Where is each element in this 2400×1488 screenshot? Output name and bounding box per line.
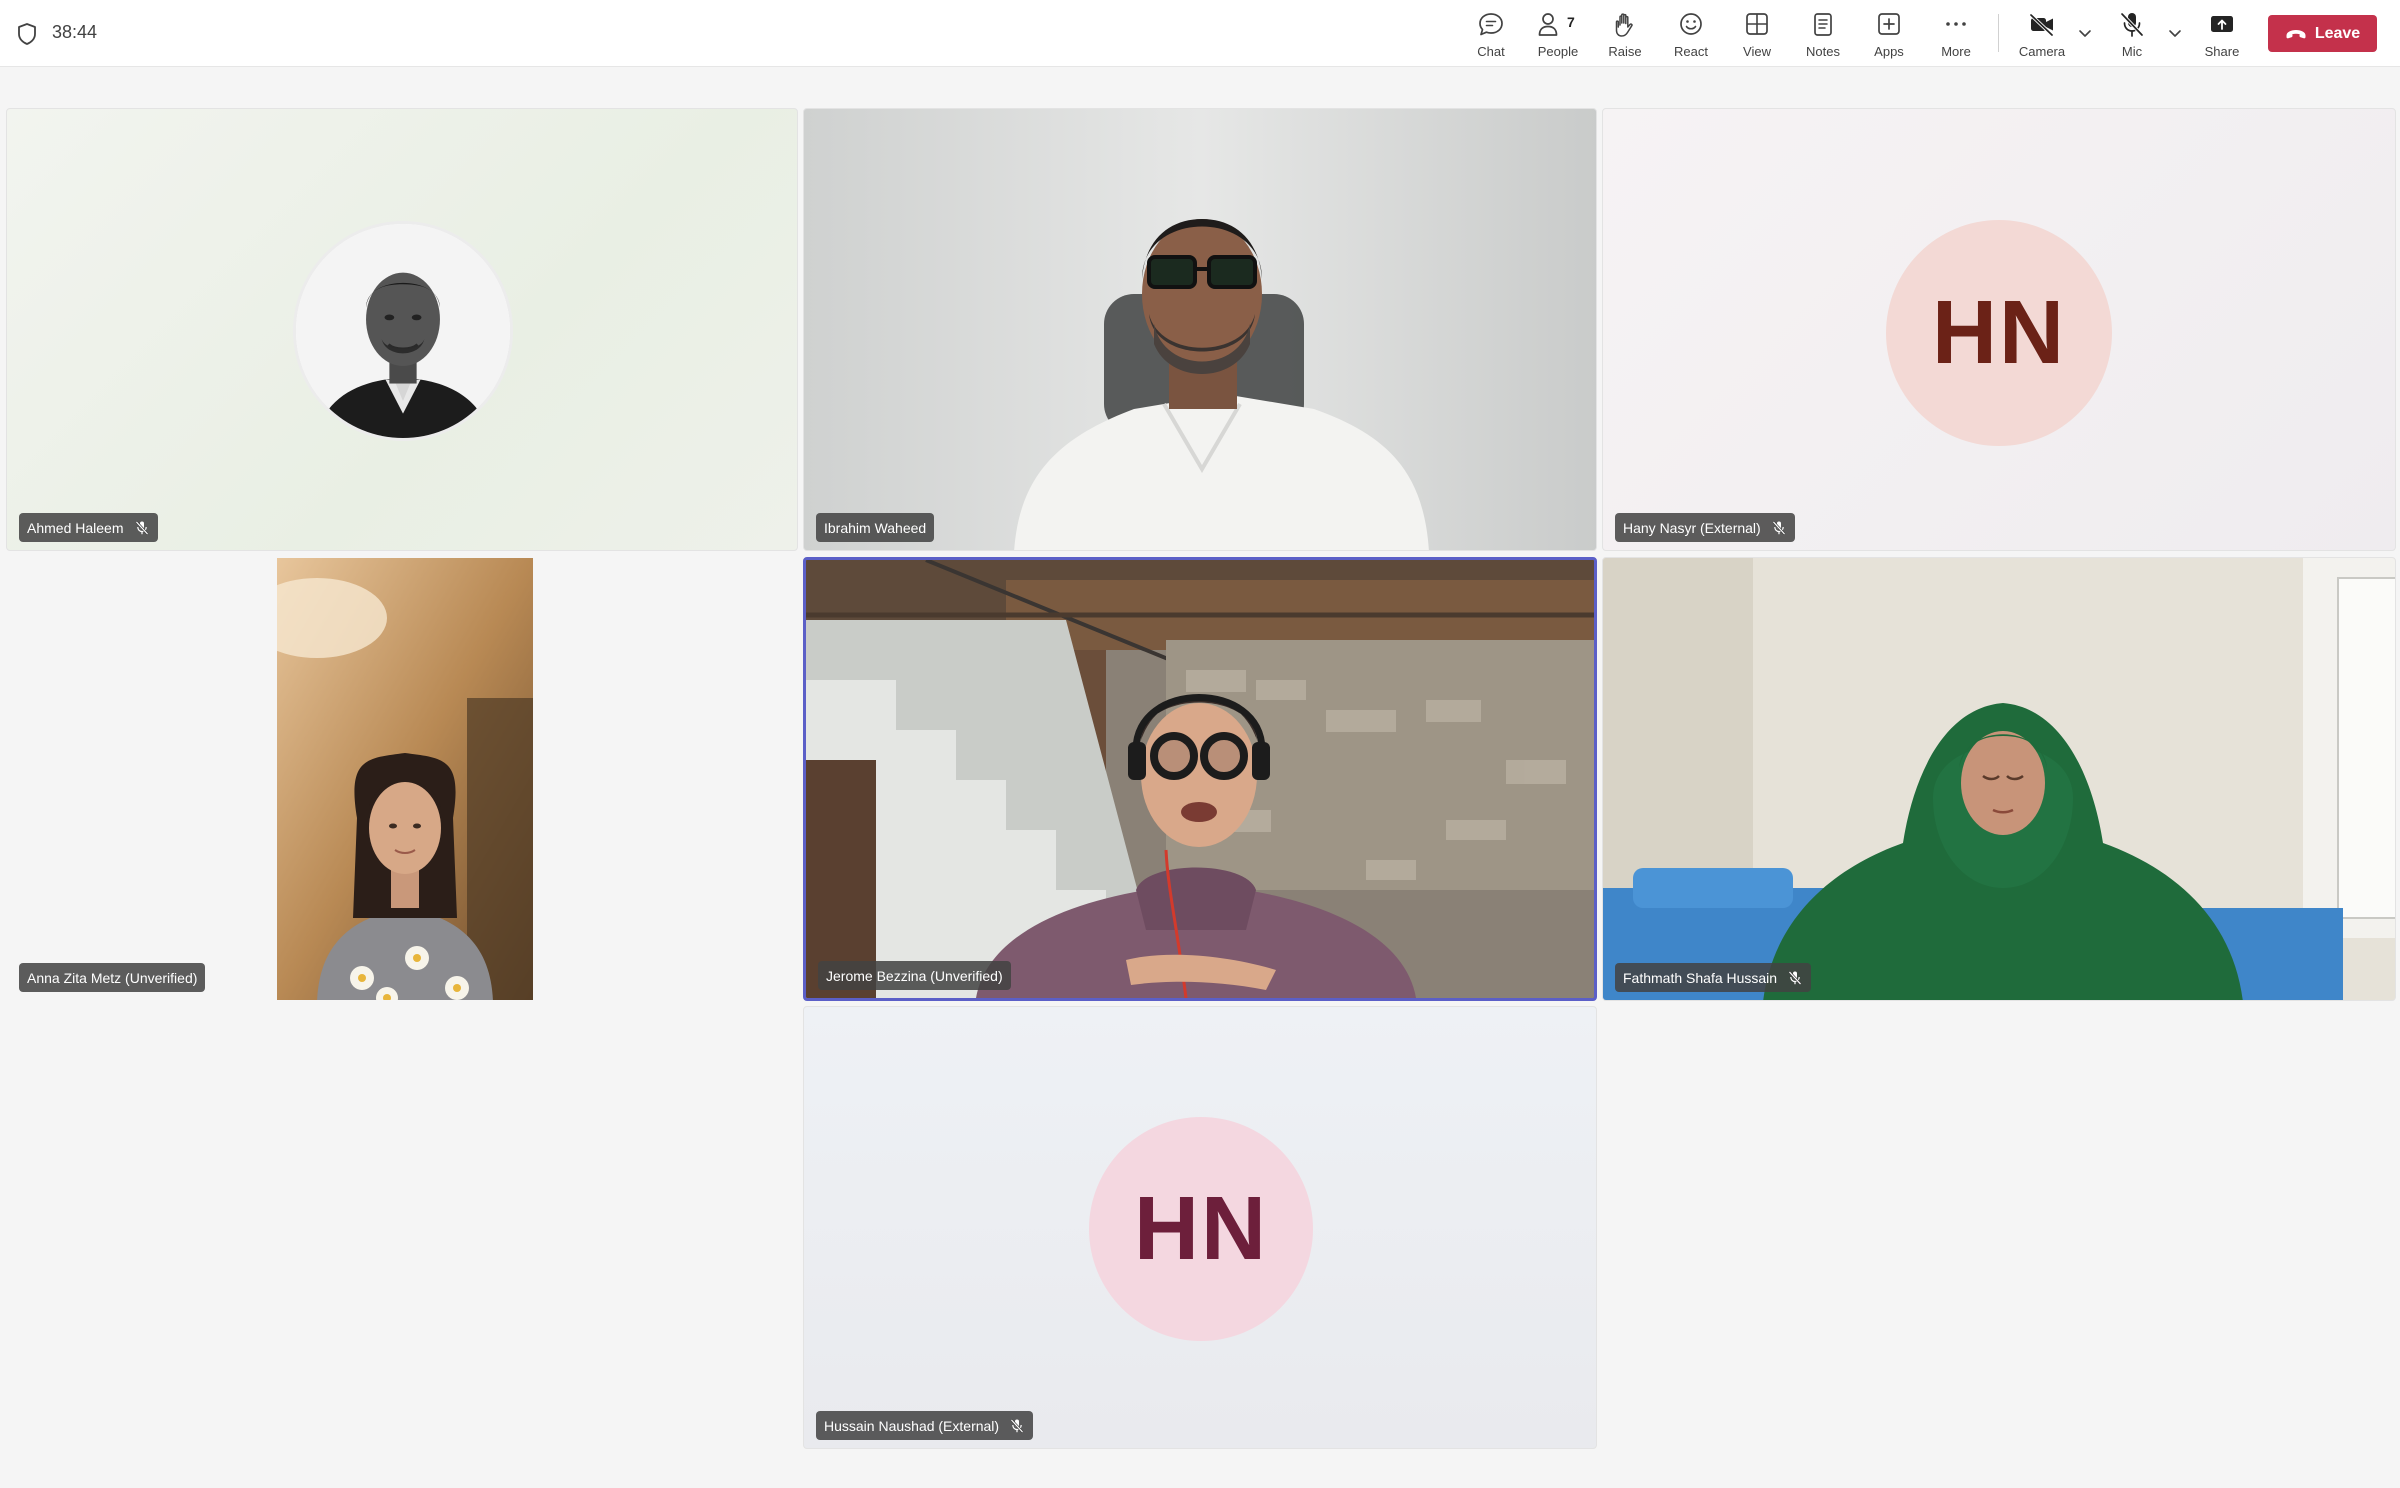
participant-name: Jerome Bezzina (Unverified) [826, 967, 1003, 984]
toolbar-divider [1998, 14, 1999, 52]
mic-muted-icon [1010, 1418, 1024, 1433]
more-button[interactable]: More [1925, 8, 1987, 60]
view-label: View [1743, 44, 1771, 59]
participant-nametag: Ahmed Haleem [19, 513, 158, 542]
video-feed [804, 109, 1596, 550]
mic-muted-icon [135, 520, 148, 535]
participant-name: Anna Zita Metz (Unverified) [27, 969, 198, 986]
notes-icon [1814, 13, 1832, 36]
people-count: 7 [1567, 14, 1575, 30]
chat-icon [1479, 13, 1503, 36]
participant-tile[interactable]: Fathmath Shafa Hussain [1602, 557, 2396, 1001]
meeting-timer: 38:44 [52, 22, 98, 42]
react-button[interactable]: React [1660, 8, 1722, 60]
raise-hand-icon [1615, 13, 1633, 37]
mic-off-icon [2120, 12, 2144, 37]
meeting-toolbar: 38:44 Chat 7 People Raise React View Not… [0, 0, 2400, 67]
camera-button[interactable]: Camera [2011, 8, 2073, 60]
profile-photo [296, 224, 510, 438]
hang-up-icon [2286, 29, 2306, 38]
share-screen-icon [2211, 16, 2233, 32]
react-label: React [1674, 44, 1708, 59]
participant-name: Ahmed Haleem [27, 519, 124, 536]
people-button[interactable]: 7 People [1527, 8, 1589, 60]
people-icon [1538, 13, 1558, 36]
chat-button[interactable]: Chat [1460, 8, 1522, 60]
participant-nametag: Hany Nasyr (External) [1615, 513, 1795, 542]
avatar-initials: HN [1089, 1117, 1313, 1341]
mic-muted-icon [1772, 520, 1786, 535]
avatar [293, 221, 513, 441]
participant-nametag: Ibrahim Waheed [816, 513, 935, 542]
mic-muted-icon [1788, 970, 1802, 985]
avatar-initials: HN [1886, 220, 2112, 446]
apps-label: Apps [1874, 44, 1904, 59]
participant-nametag: Hussain Naushad (External) [816, 1411, 1034, 1440]
camera-off-icon [2029, 13, 2054, 37]
people-label: People [1537, 44, 1579, 59]
participant-nametag: Anna Zita Metz (Unverified) [19, 963, 206, 992]
raise-hand-button[interactable]: Raise [1594, 8, 1656, 60]
video-feed [806, 560, 1594, 998]
apps-button[interactable]: Apps [1858, 8, 1920, 60]
participant-tile[interactable]: HN Hussain Naushad (External) [803, 1006, 1597, 1449]
mic-options-chevron-icon[interactable] [2166, 24, 2184, 42]
share-button[interactable]: Share [2191, 8, 2253, 60]
view-button[interactable]: View [1726, 8, 1788, 60]
participant-name: Hussain Naushad (External) [824, 1417, 1000, 1434]
participant-name: Fathmath Shafa Hussain [1623, 969, 1778, 986]
camera-options-chevron-icon[interactable] [2076, 24, 2094, 42]
leave-label: Leave [2314, 24, 2361, 42]
smiley-icon [1680, 13, 1702, 35]
more-label: More [1941, 44, 1971, 59]
raise-label: Raise [1608, 44, 1642, 59]
notes-button[interactable]: Notes [1792, 8, 1854, 60]
participant-tile[interactable]: HN Hany Nasyr (External) [1602, 108, 2396, 551]
participant-name: Ibrahim Waheed [824, 519, 927, 536]
participant-tile-active-speaker[interactable]: Jerome Bezzina (Unverified) [803, 557, 1597, 1001]
more-icon [1946, 22, 1966, 26]
participant-tile[interactable]: Anna Zita Metz (Unverified) [6, 557, 798, 1001]
shield-icon[interactable] [16, 22, 38, 46]
participant-nametag: Jerome Bezzina (Unverified) [818, 961, 1011, 990]
video-feed [277, 558, 533, 1000]
mic-label: Mic [2121, 44, 2143, 59]
camera-label: Camera [2018, 44, 2066, 59]
add-apps-icon [1878, 13, 1900, 35]
participant-name: Hany Nasyr (External) [1623, 519, 1761, 536]
participant-nametag: Fathmath Shafa Hussain [1615, 963, 1812, 992]
mic-button[interactable]: Mic [2101, 8, 2163, 60]
participant-tile[interactable]: Ahmed Haleem [6, 108, 798, 551]
share-label: Share [2204, 44, 2240, 59]
chat-label: Chat [1477, 44, 1505, 59]
video-feed [1603, 558, 2395, 1000]
grid-view-icon [1746, 13, 1768, 35]
leave-button[interactable]: Leave [2268, 15, 2377, 52]
participant-tile[interactable]: Ibrahim Waheed [803, 108, 1597, 551]
notes-label: Notes [1806, 44, 1840, 59]
